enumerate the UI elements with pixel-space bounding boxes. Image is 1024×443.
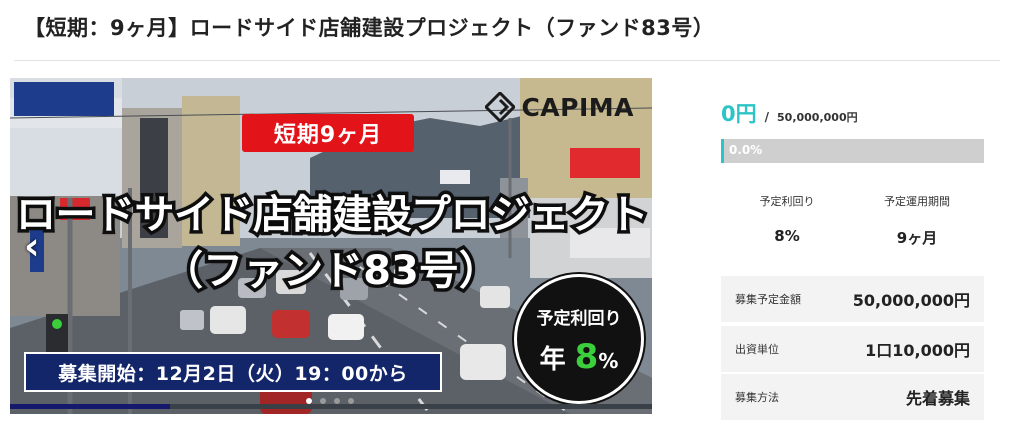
goal-amount: 50,000,000円 [777,111,858,124]
info-row-value: 1口10,000円 [865,341,970,360]
yield-circle-unit: % [598,348,619,373]
carousel-progress-track [10,404,652,409]
operation-period-value: 9ヶ月 [896,229,938,247]
operation-period-stat: 予定運用期間 9ヶ月 [852,193,982,248]
carousel-dots [306,398,354,404]
page-title: 【短期：9ヶ月】ロードサイド店舗建設プロジェクト（ファンド83号） [24,16,715,40]
info-row-value: 先着募集 [905,389,970,408]
operation-period-label: 予定運用期間 [884,195,950,208]
yield-circle: 予定利回り 年 8% [514,274,644,404]
capima-logo: CAPIMA [485,92,634,122]
recruitment-start-notice: 募集開始：12月2日（火）19：00から [24,352,442,392]
amount-separator: / [764,110,770,124]
term-badge: 短期9ヶ月 [242,114,414,152]
banner-headline: ロードサイド店舗建設プロジェクト [13,189,653,242]
carousel-prev-arrow-icon[interactable]: ‹ [24,227,50,265]
info-row-label: 募集方法 [735,391,779,404]
capima-logo-text: CAPIMA [521,92,634,122]
yield-circle-value: 年 8% [540,337,619,377]
raised-amount: 0円 [721,102,757,126]
expected-yield-value: 8% [774,227,800,245]
info-row-label: 募集予定金額 [735,293,801,306]
info-row-label: 出資単位 [735,343,779,356]
carousel-progress-bar [10,404,170,409]
yield-circle-prefix: 年 [539,344,566,375]
carousel-dot[interactable] [306,398,312,404]
funding-progress-bar: 0.0% [721,139,984,163]
info-row-planned-amount: 募集予定金額 50,000,000円 [721,276,984,322]
info-row-method: 募集方法 先着募集 [721,374,984,420]
title-divider [14,60,1000,61]
yield-circle-number: 8 [574,336,599,377]
carousel-dot[interactable] [320,398,326,404]
expected-yield-label: 予定利回り [759,195,815,208]
expected-yield-stat: 予定利回り 8% [722,193,852,245]
funding-progress-fill [721,139,724,163]
info-row-value: 50,000,000円 [852,291,970,310]
carousel-dot[interactable] [334,398,340,404]
info-row-investment-unit: 出資単位 1口10,000円 [721,326,984,372]
fund-banner-image[interactable]: CAPIMA 短期9ヶ月 ロードサイド店舗建設プロジェクト （ファンド83号） … [10,78,652,414]
capima-mark-icon [485,92,516,122]
yield-circle-label: 予定利回り [536,308,622,329]
carousel-dot[interactable] [348,398,354,404]
funding-progress-label: 0.0% [729,143,763,157]
funding-amount: 0円 / 50,000,000円 [721,98,858,128]
